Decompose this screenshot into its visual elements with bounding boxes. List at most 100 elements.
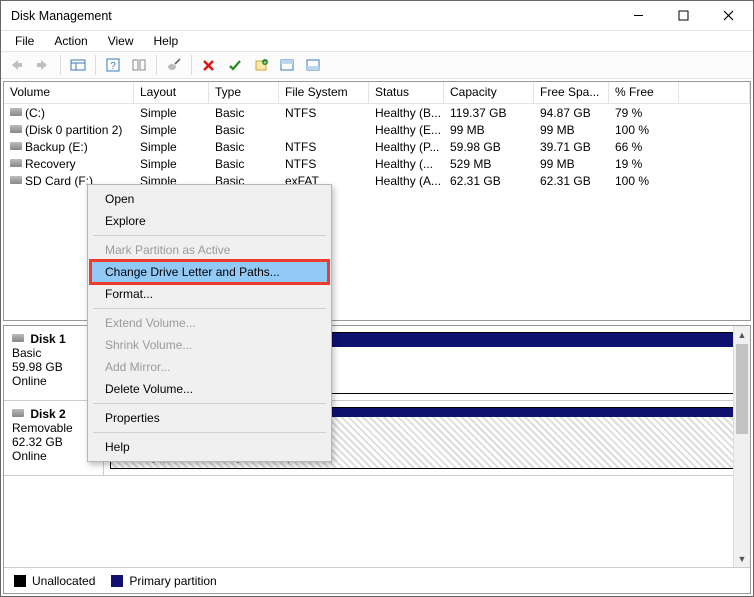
scroll-up-icon[interactable]: ▲ <box>734 326 750 343</box>
cell-type: Basic <box>209 140 279 154</box>
back-button[interactable] <box>5 53 29 77</box>
ctx-format[interactable]: Format... <box>91 283 328 305</box>
close-button[interactable] <box>706 2 751 30</box>
swatch-primary <box>111 575 123 587</box>
volume-name: (Disk 0 partition 2) <box>25 123 122 137</box>
cell-capacity: 119.37 GB <box>444 106 534 120</box>
ctx-help[interactable]: Help <box>91 436 328 458</box>
separator <box>93 432 326 433</box>
col-volume[interactable]: Volume <box>4 82 134 103</box>
forward-button[interactable] <box>31 53 55 77</box>
context-menu: Open Explore Mark Partition as Active Ch… <box>87 184 332 462</box>
minimize-button[interactable] <box>616 2 661 30</box>
cell-status: Healthy (A... <box>369 174 444 188</box>
cell-freespace: 99 MB <box>534 123 609 137</box>
cell-capacity: 529 MB <box>444 157 534 171</box>
volume-icon <box>10 125 22 133</box>
vertical-scrollbar[interactable]: ▲ ▼ <box>733 326 750 567</box>
col-layout[interactable]: Layout <box>134 82 209 103</box>
cell-freespace: 62.31 GB <box>534 174 609 188</box>
ctx-explore[interactable]: Explore <box>91 210 328 232</box>
menu-file[interactable]: File <box>7 32 42 50</box>
disk-state: Online <box>12 449 47 463</box>
show-hide-tree-button[interactable] <box>66 53 90 77</box>
cell-freespace: 94.87 GB <box>534 106 609 120</box>
cell-pctfree: 79 % <box>609 106 679 120</box>
cell-fs: NTFS <box>279 157 369 171</box>
col-freespace[interactable]: Free Spa... <box>534 82 609 103</box>
swatch-unallocated <box>14 575 26 587</box>
delete-button[interactable] <box>197 53 221 77</box>
menu-action[interactable]: Action <box>46 32 95 50</box>
check-button[interactable] <box>223 53 247 77</box>
menubar: File Action View Help <box>1 31 753 51</box>
new-simple-volume-button[interactable]: + <box>249 53 273 77</box>
disk-type: Basic <box>12 346 41 360</box>
cell-layout: Simple <box>134 106 209 120</box>
separator <box>156 55 157 75</box>
menu-view[interactable]: View <box>100 32 142 50</box>
separator <box>191 55 192 75</box>
volume-row[interactable]: (C:) Simple Basic NTFS Healthy (B... 119… <box>4 104 750 121</box>
disk-management-window: Disk Management File Action View Help ? … <box>0 0 754 597</box>
volume-row[interactable]: Backup (E:) Simple Basic NTFS Healthy (P… <box>4 138 750 155</box>
volume-icon <box>10 108 22 116</box>
disk-name: Disk 2 <box>30 407 65 421</box>
titlebar: Disk Management <box>1 1 753 31</box>
scroll-thumb[interactable] <box>736 344 748 434</box>
volume-icon <box>10 159 22 167</box>
separator <box>60 55 61 75</box>
ctx-change-drive-letter[interactable]: Change Drive Letter and Paths... <box>91 261 328 283</box>
toolbar: ? + <box>1 51 753 79</box>
volume-icon <box>10 176 22 184</box>
legend-unallocated: Unallocated <box>14 574 95 588</box>
help-button[interactable]: ? <box>101 53 125 77</box>
ctx-delete[interactable]: Delete Volume... <box>91 378 328 400</box>
volume-icon <box>10 142 22 150</box>
maximize-button[interactable] <box>661 2 706 30</box>
volume-row[interactable]: Recovery Simple Basic NTFS Healthy (... … <box>4 155 750 172</box>
col-status[interactable]: Status <box>369 82 444 103</box>
volume-list-header: Volume Layout Type File System Status Ca… <box>4 82 750 104</box>
ctx-open[interactable]: Open <box>91 188 328 210</box>
svg-text:?: ? <box>110 61 116 72</box>
cell-pctfree: 100 % <box>609 123 679 137</box>
disk-state: Online <box>12 374 47 388</box>
ctx-mark-active: Mark Partition as Active <box>91 239 328 261</box>
disk-type: Removable <box>12 421 73 435</box>
cell-layout: Simple <box>134 157 209 171</box>
cell-pctfree: 66 % <box>609 140 679 154</box>
cell-layout: Simple <box>134 123 209 137</box>
panel-top-button[interactable] <box>275 53 299 77</box>
scroll-down-icon[interactable]: ▼ <box>734 550 750 567</box>
col-pctfree[interactable]: % Free <box>609 82 679 103</box>
volume-row[interactable]: (Disk 0 partition 2) Simple Basic Health… <box>4 121 750 138</box>
col-filesystem[interactable]: File System <box>279 82 369 103</box>
disk-size: 59.98 GB <box>12 360 63 374</box>
menu-help[interactable]: Help <box>146 32 187 50</box>
col-capacity[interactable]: Capacity <box>444 82 534 103</box>
settings-button[interactable] <box>127 53 151 77</box>
cell-fs: NTFS <box>279 106 369 120</box>
cell-status: Healthy (E... <box>369 123 444 137</box>
cell-pctfree: 19 % <box>609 157 679 171</box>
ctx-shrink: Shrink Volume... <box>91 334 328 356</box>
separator <box>93 308 326 309</box>
volume-name: (C:) <box>25 106 45 120</box>
volume-name: Backup (E:) <box>25 140 88 154</box>
legend-label: Primary partition <box>129 574 216 588</box>
svg-text:+: + <box>263 61 267 67</box>
volume-name: Recovery <box>25 157 76 171</box>
cell-status: Healthy (B... <box>369 106 444 120</box>
disk-name: Disk 1 <box>30 332 65 346</box>
ctx-properties[interactable]: Properties <box>91 407 328 429</box>
cell-freespace: 39.71 GB <box>534 140 609 154</box>
cell-capacity: 59.98 GB <box>444 140 534 154</box>
rescan-button[interactable] <box>162 53 186 77</box>
disk-icon <box>12 409 24 417</box>
disk-icon <box>12 334 24 342</box>
panel-bottom-button[interactable] <box>301 53 325 77</box>
window-title: Disk Management <box>11 9 616 23</box>
cell-status: Healthy (... <box>369 157 444 171</box>
col-type[interactable]: Type <box>209 82 279 103</box>
